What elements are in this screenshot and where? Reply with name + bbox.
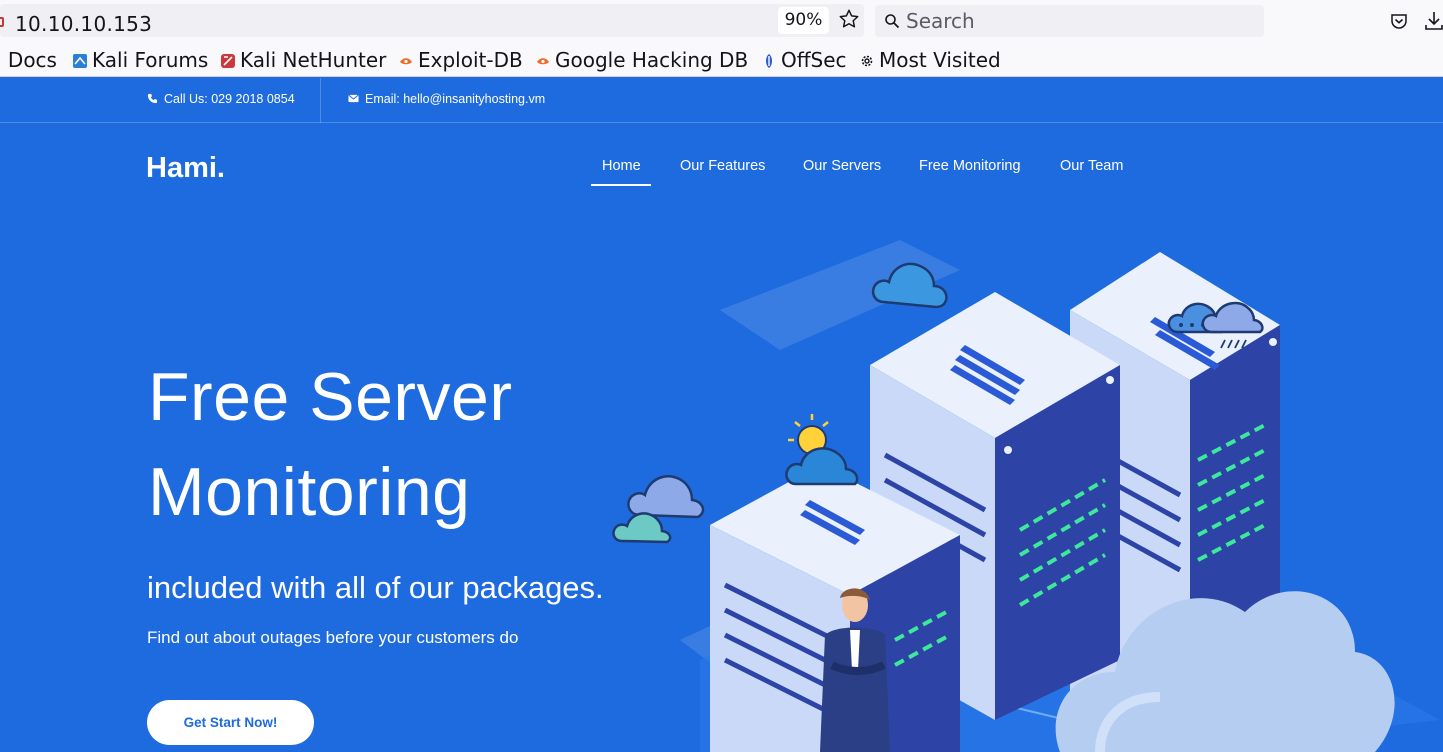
download-icon[interactable] (1424, 10, 1443, 32)
nav-our-team[interactable]: Our Team (1060, 158, 1123, 174)
exploit-db-icon (400, 58, 412, 65)
hero-title-line2: Monitoring (148, 454, 471, 530)
contact-email-text[interactable]: Email: hello@insanityhosting.vm (365, 92, 545, 106)
bookmarks-toolbar: i Docs Kali Forums Kali NetHunter Exploi… (0, 41, 1443, 77)
hero-subtitle: included with all of our packages. (147, 570, 604, 605)
bookmark-exploit-db[interactable]: Exploit-DB (398, 47, 523, 73)
bookmark-label: Most Visited (879, 48, 1001, 72)
bookmark-label: Kali NetHunter (240, 48, 387, 72)
zoom-indicator[interactable]: 90% (778, 7, 829, 34)
pocket-icon[interactable] (1389, 11, 1409, 31)
bookmark-label: i Docs (0, 48, 57, 72)
bookmark-kali-forums[interactable]: Kali Forums (72, 47, 208, 73)
ghdb-icon (537, 58, 549, 65)
server-illustration (612, 240, 1440, 752)
search-icon (885, 14, 900, 29)
nav-our-servers[interactable]: Our Servers (803, 158, 881, 174)
hero-title-line1: Free Server (148, 359, 513, 435)
nav-home[interactable]: Home (602, 158, 641, 174)
phone-icon (147, 93, 158, 104)
browser-toolbar: 10.10.10.153 90% Search (0, 0, 1443, 41)
site-logo[interactable]: Hami. (146, 152, 225, 185)
contact-phone-text: Call Us: 029 2018 0854 (164, 92, 295, 106)
nav-our-features[interactable]: Our Features (680, 158, 765, 174)
offsec-icon (766, 54, 772, 68)
bookmark-most-visited[interactable]: Most Visited (859, 47, 1001, 73)
hero-description: Find out about outages before your custo… (147, 628, 519, 647)
cloud-pair-icon (612, 475, 705, 544)
nethunter-icon (221, 54, 235, 68)
contact-phone: Call Us: 029 2018 0854 (147, 92, 295, 106)
kali-forums-icon (73, 54, 87, 68)
bookmark-kali-nethunter[interactable]: Kali NetHunter (220, 47, 386, 73)
gear-icon (861, 55, 873, 67)
search-placeholder: Search (906, 9, 975, 33)
search-field[interactable]: Search (875, 5, 1264, 37)
bookmark-label: Kali Forums (92, 48, 209, 72)
envelope-icon (348, 94, 359, 103)
bookmark-label: Exploit-DB (418, 48, 523, 72)
bookmark-google-hacking-db[interactable]: Google Hacking DB (535, 47, 748, 73)
insecure-lock-icon[interactable] (0, 17, 4, 27)
bookmark-kali-docs[interactable]: i Docs (0, 47, 57, 73)
nav-active-indicator (591, 184, 651, 186)
sun-cloud-icon (785, 414, 859, 486)
contact-divider (320, 78, 321, 123)
bookmark-offsec[interactable]: OffSec (761, 47, 847, 73)
nav-free-monitoring[interactable]: Free Monitoring (919, 158, 1021, 174)
contact-email: Email: hello@insanityhosting.vm (348, 92, 545, 106)
bookmark-label: OffSec (781, 48, 847, 72)
contact-bar: Call Us: 029 2018 0854 Email: hello@insa… (0, 78, 1443, 123)
bookmark-star-icon[interactable] (838, 8, 860, 30)
get-started-button[interactable]: Get Start Now! (147, 700, 314, 745)
url-text[interactable]: 10.10.10.153 (15, 12, 152, 36)
bookmark-label: Google Hacking DB (555, 48, 749, 72)
url-field[interactable]: 10.10.10.153 (0, 4, 864, 37)
